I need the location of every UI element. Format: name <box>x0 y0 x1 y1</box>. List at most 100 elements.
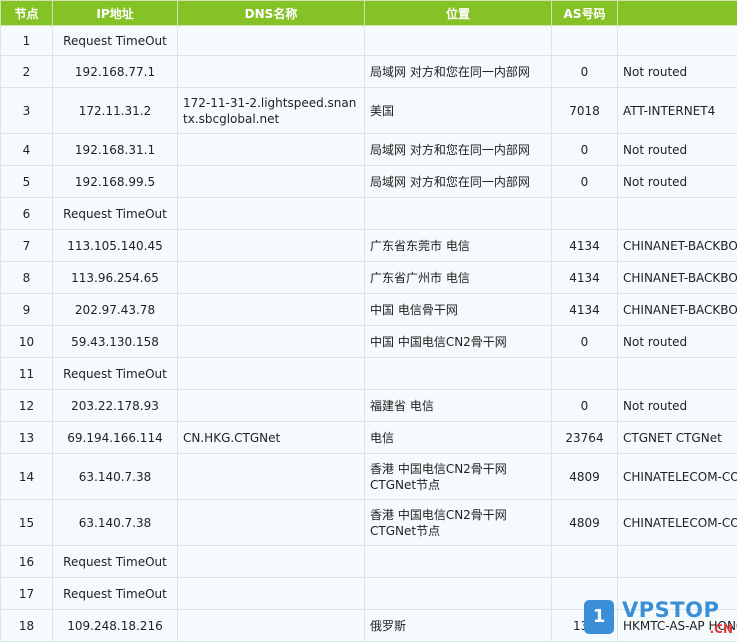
cell-dns <box>177 261 365 294</box>
cell-location: 俄罗斯 <box>364 609 552 642</box>
col-header-network <box>617 0 737 26</box>
cell-location: 局域网 对方和您在同一内部网 <box>364 55 552 88</box>
table-row: 7 113.105.140.45 广东省东莞市 电信 4134 CHINANET-BAC… <box>0 229 737 262</box>
watermark-text: VPSTOP <box>622 598 720 622</box>
cell-ip: Request TimeOut <box>52 577 178 610</box>
col-header-hop[interactable]: 节点 <box>0 0 53 26</box>
cell-ip: 172.11.31.2 <box>52 87 178 134</box>
table-row: 11 Request TimeOut <box>0 357 737 390</box>
cell-network: CHINATELECOM-CORE Network <box>617 499 737 546</box>
cell-ip: 109.248.18.216 <box>52 609 178 642</box>
cell-as-number: 4809 <box>551 499 618 546</box>
cell-network: Not routed <box>617 389 737 422</box>
cell-hop: 5 <box>0 165 53 198</box>
cell-hop: 10 <box>0 325 53 358</box>
cell-location <box>364 25 552 56</box>
table-row: 5 192.168.99.5 局域网 对方和您在同一内部网 0 Not routed <box>0 165 737 198</box>
traceroute-table: 节点 IP地址 DNS名称 位置 AS号码 1 Request TimeOut 2 1… <box>0 0 737 642</box>
cell-as-number: 0 <box>551 325 618 358</box>
cell-ip: 192.168.31.1 <box>52 133 178 166</box>
cell-ip: 113.105.140.45 <box>52 229 178 262</box>
cell-dns <box>177 357 365 390</box>
cell-location: 中国 中国电信CN2骨干网 <box>364 325 552 358</box>
cell-ip: Request TimeOut <box>52 197 178 230</box>
cell-ip: 59.43.130.158 <box>52 325 178 358</box>
table-row: 8 113.96.254.65 广东省广州市 电信 4134 CHINANET-BACK… <box>0 261 737 294</box>
cell-location <box>364 197 552 230</box>
cell-location: 美国 <box>364 87 552 134</box>
cell-dns <box>177 165 365 198</box>
cell-hop: 6 <box>0 197 53 230</box>
col-header-ip[interactable]: IP地址 <box>52 0 178 26</box>
cell-ip: Request TimeOut <box>52 545 178 578</box>
cell-dns <box>177 133 365 166</box>
cell-dns <box>177 609 365 642</box>
cell-location <box>364 577 552 610</box>
cell-dns <box>177 453 365 500</box>
cell-ip: 192.168.77.1 <box>52 55 178 88</box>
cell-network: ATT-INTERNET4 <box>617 87 737 134</box>
cell-network: CHINANET-BACKBONE <box>617 293 737 326</box>
cell-location <box>364 545 552 578</box>
table-row: 4 192.168.31.1 局域网 对方和您在同一内部网 0 Not routed <box>0 133 737 166</box>
cell-dns: 172-11-31-2.lightspeed.snantx.sbcglobal.… <box>177 87 365 134</box>
cell-dns <box>177 545 365 578</box>
cell-as-number <box>551 545 618 578</box>
cell-network <box>617 25 737 56</box>
cell-dns <box>177 55 365 88</box>
cell-as-number: 0 <box>551 133 618 166</box>
col-header-location[interactable]: 位置 <box>364 0 552 26</box>
cell-ip: Request TimeOut <box>52 357 178 390</box>
table-row: 16 Request TimeOut <box>0 545 737 578</box>
cell-hop: 14 <box>0 453 53 500</box>
cell-network: Not routed <box>617 165 737 198</box>
cell-hop: 18 <box>0 609 53 642</box>
table-row: 15 63.140.7.38 香港 中国电信CN2骨干网CTGNet节点 4809 CH… <box>0 499 737 546</box>
table-row: 9 202.97.43.78 中国 电信骨干网 4134 CHINANET-BACKBO… <box>0 293 737 326</box>
table-row: 12 203.22.178.93 福建省 电信 0 Not routed <box>0 389 737 422</box>
table-row: 6 Request TimeOut <box>0 197 737 230</box>
cell-dns <box>177 499 365 546</box>
cell-hop: 13 <box>0 421 53 454</box>
table-row: 1 Request TimeOut <box>0 25 737 56</box>
cell-network: CTGNET CTGNet <box>617 421 737 454</box>
cell-location: 电信 <box>364 421 552 454</box>
cell-network: CHINANET-BACKBONE <box>617 261 737 294</box>
cell-hop: 1 <box>0 25 53 56</box>
cell-hop: 9 <box>0 293 53 326</box>
cell-dns <box>177 325 365 358</box>
cell-dns <box>177 197 365 230</box>
table-row: 14 63.140.7.38 香港 中国电信CN2骨干网CTGNet节点 4809 CH… <box>0 453 737 500</box>
cell-as-number: 7018 <box>551 87 618 134</box>
cell-as-number: 0 <box>551 55 618 88</box>
cell-hop: 11 <box>0 357 53 390</box>
cell-hop: 12 <box>0 389 53 422</box>
cell-hop: 3 <box>0 87 53 134</box>
cell-dns <box>177 389 365 422</box>
cell-network <box>617 545 737 578</box>
cell-location: 中国 电信骨干网 <box>364 293 552 326</box>
table-header-row: 节点 IP地址 DNS名称 位置 AS号码 <box>0 0 737 26</box>
cell-as-number: 23764 <box>551 421 618 454</box>
watermark-badge: 1 <box>584 600 614 634</box>
cell-location: 香港 中国电信CN2骨干网CTGNet节点 <box>364 499 552 546</box>
cell-network: CHINANET-BACKBONE <box>617 229 737 262</box>
table-row: 2 192.168.77.1 局域网 对方和您在同一内部网 0 Not routed <box>0 55 737 88</box>
cell-network <box>617 357 737 390</box>
cell-location: 香港 中国电信CN2骨干网CTGNet节点 <box>364 453 552 500</box>
col-header-dns[interactable]: DNS名称 <box>177 0 365 26</box>
col-header-as-number[interactable]: AS号码 <box>551 0 618 26</box>
cell-location: 福建省 电信 <box>364 389 552 422</box>
cell-as-number <box>551 25 618 56</box>
cell-as-number: 4134 <box>551 229 618 262</box>
cell-as-number: 0 <box>551 165 618 198</box>
table-row: 13 69.194.166.114 CN.HKG.CTGNet 电信 23764 CTGN… <box>0 421 737 454</box>
cell-dns <box>177 577 365 610</box>
cell-ip: 113.96.254.65 <box>52 261 178 294</box>
cell-ip: 63.140.7.38 <box>52 453 178 500</box>
traceroute-body: 1 Request TimeOut 2 192.168.77.1 局域网 对方和您在同一… <box>0 25 737 642</box>
cell-as-number <box>551 197 618 230</box>
cell-dns <box>177 293 365 326</box>
table-row: 3 172.11.31.2 172-11-31-2.lightspeed.snant… <box>0 87 737 134</box>
cell-hop: 15 <box>0 499 53 546</box>
